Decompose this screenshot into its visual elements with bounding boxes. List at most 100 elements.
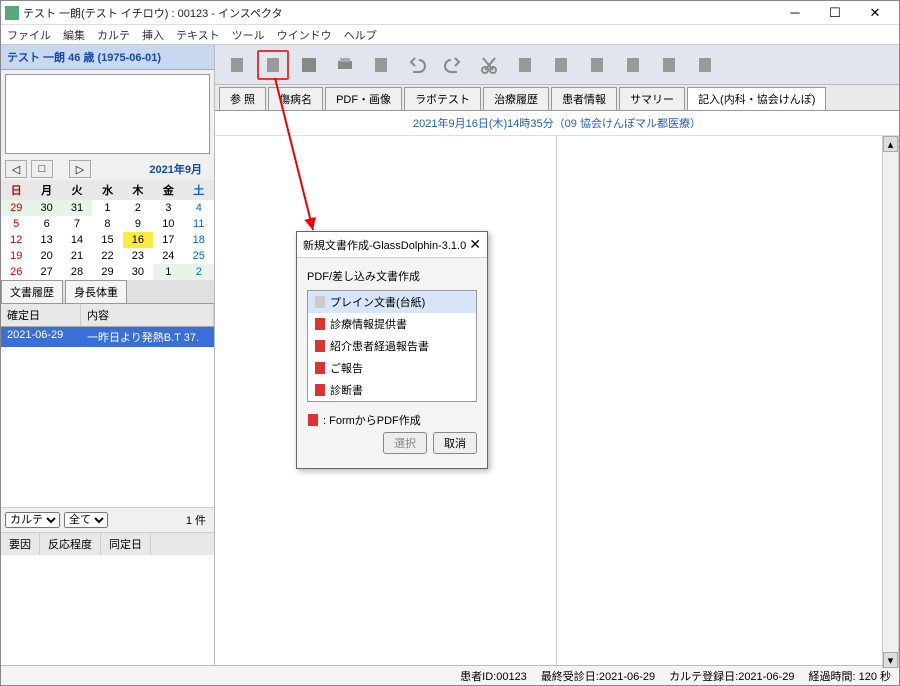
cal-prev-button[interactable]: ◁	[5, 160, 27, 178]
menu-karte[interactable]: カルテ	[97, 27, 130, 43]
undo-button[interactable]	[401, 50, 433, 80]
cal-day[interactable]: 15	[92, 232, 122, 248]
cal-day[interactable]: 14	[62, 232, 92, 248]
text-tool-button[interactable]	[581, 50, 613, 80]
cal-day[interactable]: 17	[153, 232, 183, 248]
main-tabs: 参 照傷病名PDF・画像ラボテスト治療履歴患者情報サマリー記入(内科・協会けんぽ…	[215, 85, 899, 110]
maintab-2[interactable]: PDF・画像	[325, 87, 402, 110]
stamp-button[interactable]	[653, 50, 685, 80]
dialog-template-list[interactable]: プレイン文書(台紙)診療情報提供書紹介患者経過報告書ご報告診断書	[307, 290, 477, 402]
cut-button[interactable]	[473, 50, 505, 80]
col-content: 内容	[81, 304, 214, 326]
history-row[interactable]: 2021-06-29 一昨日より発熱B.T 37.	[1, 327, 214, 347]
tab-doc-history[interactable]: 文書履歴	[1, 280, 63, 303]
template-item[interactable]: 診断書	[308, 379, 476, 401]
cal-day[interactable]: 31	[62, 200, 92, 216]
tag-list[interactable]	[1, 555, 214, 665]
paste-button[interactable]	[545, 50, 577, 80]
cal-day[interactable]: 1	[92, 200, 122, 216]
maintab-1[interactable]: 傷病名	[268, 87, 323, 110]
cal-day[interactable]: 3	[153, 200, 183, 216]
cal-day[interactable]: 23	[123, 248, 153, 264]
dialog-cancel-button[interactable]: 取消	[433, 432, 477, 454]
filter-bar: カルテ 全て 1 件	[1, 507, 214, 532]
maintab-5[interactable]: 患者情報	[551, 87, 617, 110]
cal-stop-button[interactable]: □	[31, 160, 53, 178]
minimize-button[interactable]: ─	[775, 2, 815, 24]
cal-day[interactable]: 16	[123, 232, 153, 248]
history-tabs: 文書履歴 身長体重	[1, 280, 214, 304]
menu-tool[interactable]: ツール	[232, 27, 265, 43]
menu-text[interactable]: テキスト	[176, 27, 220, 43]
patient-header: テスト 一朗 46 歳 (1975-06-01)	[1, 45, 214, 70]
maintab-7[interactable]: 記入(内科・協会けんぽ)	[687, 87, 826, 110]
cal-day[interactable]: 22	[92, 248, 122, 264]
maintab-4[interactable]: 治療履歴	[483, 87, 549, 110]
schema-canvas[interactable]	[5, 74, 210, 154]
cal-day[interactable]: 28	[62, 264, 92, 280]
menu-help[interactable]: ヘルプ	[344, 27, 377, 43]
save-button[interactable]	[293, 50, 325, 80]
cal-day[interactable]: 29	[1, 200, 31, 216]
print-button[interactable]	[329, 50, 361, 80]
stamp-icon	[659, 55, 679, 75]
template-item[interactable]: ご報告	[308, 357, 476, 379]
new-doc-button[interactable]	[221, 50, 253, 80]
cal-day[interactable]: 18	[184, 232, 214, 248]
cal-day[interactable]: 11	[184, 216, 214, 232]
new-template-button[interactable]	[257, 50, 289, 80]
cal-day[interactable]: 1	[153, 264, 183, 280]
tab-height-weight[interactable]: 身長体重	[65, 280, 127, 303]
menu-insert[interactable]: 挿入	[142, 27, 164, 43]
cal-day[interactable]: 7	[62, 216, 92, 232]
scroll-up-button[interactable]: ▴	[883, 136, 898, 152]
redo-button[interactable]	[437, 50, 469, 80]
dialog-close-button[interactable]: ✕	[469, 236, 481, 253]
cal-day[interactable]: 25	[184, 248, 214, 264]
menu-file[interactable]: ファイル	[7, 27, 51, 43]
cal-day[interactable]: 27	[31, 264, 61, 280]
vertical-scrollbar[interactable]: ▴ ▾	[882, 136, 898, 668]
cal-day[interactable]: 2	[123, 200, 153, 216]
document-button[interactable]	[365, 50, 397, 80]
dialog-select-button[interactable]: 選択	[383, 432, 427, 454]
cal-day[interactable]: 8	[92, 216, 122, 232]
maintab-3[interactable]: ラボテスト	[404, 87, 481, 110]
cal-day[interactable]: 9	[123, 216, 153, 232]
right-pane[interactable]: ▴ ▾	[557, 136, 899, 668]
template-item[interactable]: プレイン文書(台紙)	[308, 291, 476, 313]
cal-day[interactable]: 10	[153, 216, 183, 232]
filter-type[interactable]: カルテ	[5, 512, 60, 528]
account-button[interactable]	[689, 50, 721, 80]
cal-day[interactable]: 26	[1, 264, 31, 280]
history-list[interactable]: 2021-06-29 一昨日より発熱B.T 37.	[1, 327, 214, 507]
cal-next-button[interactable]: ▷	[69, 160, 91, 178]
cal-day[interactable]: 20	[31, 248, 61, 264]
menu-edit[interactable]: 編集	[63, 27, 85, 43]
scroll-down-button[interactable]: ▾	[883, 652, 898, 668]
cal-day[interactable]: 13	[31, 232, 61, 248]
cal-day[interactable]: 21	[62, 248, 92, 264]
pdf-icon	[314, 318, 326, 330]
cal-day[interactable]: 12	[1, 232, 31, 248]
cal-day[interactable]: 30	[123, 264, 153, 280]
close-button[interactable]: ✕	[855, 2, 895, 24]
image-tool-button[interactable]	[617, 50, 649, 80]
cal-day[interactable]: 2	[184, 264, 214, 280]
cal-day[interactable]: 24	[153, 248, 183, 264]
maximize-button[interactable]: ☐	[815, 2, 855, 24]
cal-day[interactable]: 5	[1, 216, 31, 232]
template-item[interactable]: 診療情報提供書	[308, 313, 476, 335]
copy-button[interactable]	[509, 50, 541, 80]
cal-day[interactable]: 4	[184, 200, 214, 216]
template-item[interactable]: 紹介患者経過報告書	[308, 335, 476, 357]
cal-day[interactable]: 6	[31, 216, 61, 232]
scroll-track[interactable]	[883, 152, 898, 652]
cal-day[interactable]: 19	[1, 248, 31, 264]
cal-day[interactable]: 30	[31, 200, 61, 216]
filter-all[interactable]: 全て	[64, 512, 108, 528]
cal-day[interactable]: 29	[92, 264, 122, 280]
maintab-0[interactable]: 参 照	[219, 87, 266, 110]
maintab-6[interactable]: サマリー	[619, 87, 685, 110]
menu-window[interactable]: ウインドウ	[277, 27, 332, 43]
